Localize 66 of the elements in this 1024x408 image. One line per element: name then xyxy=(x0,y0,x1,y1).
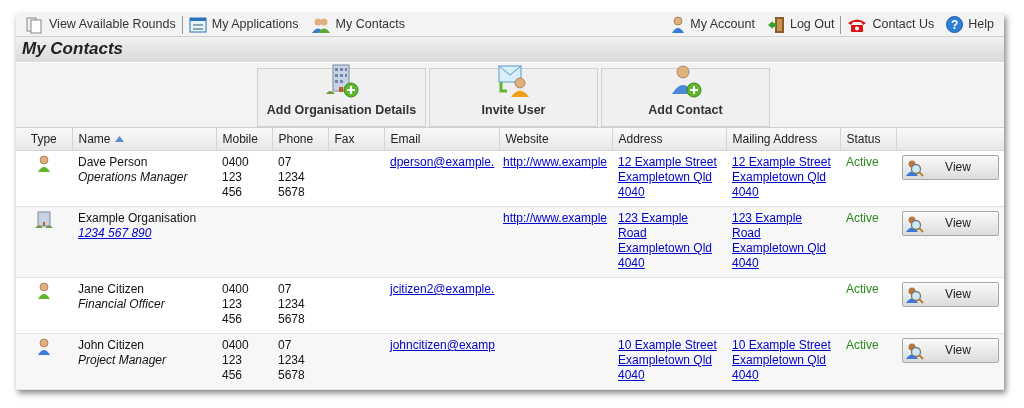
magnifier-person-icon xyxy=(906,285,924,304)
envelope-person-icon xyxy=(496,63,531,98)
address-link[interactable]: 123 Example Road Exampletown Qld 4040 xyxy=(732,211,834,271)
contact-name: John Citizen xyxy=(78,338,146,353)
number-link[interactable]: 1234 567 890 xyxy=(78,226,210,241)
address-link[interactable]: 12 Example Street Exampletown Qld 4040 xyxy=(732,155,834,200)
phone-number: 07 1234 5678 xyxy=(278,338,306,383)
mobile-number: 0400 123 456 xyxy=(222,155,250,200)
view-button[interactable]: View xyxy=(902,282,999,307)
address-link[interactable]: 10 Example Street Exampletown Qld 4040 xyxy=(732,338,834,383)
nav-link[interactable]: ? Help xyxy=(940,15,1000,35)
column-header[interactable]: Address xyxy=(618,129,663,148)
status-text: Active xyxy=(846,211,879,225)
contact-name: Jane Citizen xyxy=(78,282,146,297)
view-button[interactable]: View xyxy=(902,155,999,180)
nav-link[interactable]: Log Out xyxy=(760,15,841,35)
nav-link[interactable]: My Applications xyxy=(182,15,305,35)
column-header[interactable]: Type xyxy=(30,129,57,148)
status-text: Active xyxy=(846,155,879,169)
building-icon xyxy=(35,211,53,229)
nav-link[interactable]: My Account xyxy=(665,15,761,35)
page-title: My Contacts xyxy=(22,38,124,61)
website-link[interactable]: http://www.example xyxy=(503,211,608,225)
phone-number: 07 1234 5678 xyxy=(278,282,306,327)
column-header[interactable]: Email xyxy=(390,129,421,148)
mobile-number: 0400 123 456 xyxy=(222,282,250,327)
view-button[interactable]: View xyxy=(902,338,999,363)
help-icon: ? xyxy=(946,16,964,34)
column-header[interactable]: Status xyxy=(846,129,881,148)
nav-link[interactable]: Contact Us xyxy=(841,15,941,35)
job-title: Project Manager xyxy=(78,353,168,368)
job-title: Financial Officer xyxy=(78,297,166,312)
job-title: Operations Manager xyxy=(78,170,189,185)
status-text: Active xyxy=(846,282,879,296)
column-header[interactable]: Website xyxy=(505,129,549,148)
nav-link[interactable]: My Contacts xyxy=(304,15,412,35)
column-header[interactable]: Fax xyxy=(334,129,355,148)
website-link[interactable]: http://www.example xyxy=(503,155,608,169)
toolbar-button[interactable]: Invite User xyxy=(429,67,598,127)
person-icon xyxy=(671,15,686,34)
contact-name: Dave Person xyxy=(78,155,149,170)
mobile-number: 0400 123 456 xyxy=(222,338,250,383)
email-link[interactable]: dperson@example. xyxy=(390,155,495,169)
toolbar-button[interactable]: Add Organisation Details xyxy=(257,67,426,127)
address-link[interactable]: 123 Example Road Exampletown Qld 4040 xyxy=(618,211,720,271)
person-icon xyxy=(37,338,51,356)
magnifier-person-icon xyxy=(906,341,924,360)
column-header[interactable]: Phone xyxy=(278,129,314,148)
address-link[interactable]: 10 Example Street Exampletown Qld 4040 xyxy=(618,338,720,383)
column-header[interactable]: Name xyxy=(78,129,111,148)
column-header[interactable]: Mailing Address xyxy=(732,129,818,148)
magnifier-person-icon xyxy=(906,158,924,177)
door-icon xyxy=(766,15,785,34)
nav-link[interactable]: View Available Rounds xyxy=(20,15,182,35)
email-link[interactable]: johncitizen@examp xyxy=(390,338,495,352)
contact-name: Example Organisation xyxy=(78,211,198,226)
person-icon xyxy=(37,282,51,300)
magnifier-person-icon xyxy=(906,214,924,233)
address-link[interactable]: 12 Example Street Exampletown Qld 4040 xyxy=(618,155,720,200)
phone-number: 07 1234 5678 xyxy=(278,155,306,200)
column-header[interactable]: Mobile xyxy=(222,129,258,148)
status-text: Active xyxy=(846,338,879,352)
view-button[interactable]: View xyxy=(902,211,999,236)
email-link[interactable]: jcitizen2@example. xyxy=(390,282,495,296)
toolbar-button[interactable]: Add Contact xyxy=(601,67,770,127)
person-icon xyxy=(37,155,51,173)
